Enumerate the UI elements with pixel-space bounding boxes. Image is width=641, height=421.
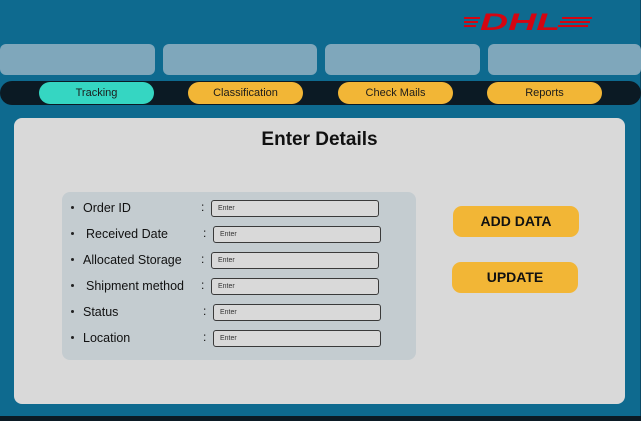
bullet-icon: [71, 284, 74, 287]
form-row-allocated-storage: Allocated Storage :: [62, 252, 416, 274]
field-label: Received Date: [86, 227, 168, 241]
tab-check-mails[interactable]: Check Mails: [338, 82, 453, 104]
bullet-icon: [71, 258, 74, 261]
form-row-received-date: Received Date :: [62, 226, 416, 248]
bullet-icon: [71, 206, 74, 209]
tab-tracking[interactable]: Tracking: [39, 82, 154, 104]
colon: :: [203, 304, 207, 318]
placeholder-block: [0, 44, 155, 75]
received-date-input[interactable]: [213, 226, 381, 243]
field-label: Order ID: [83, 201, 131, 215]
colon: :: [203, 330, 207, 344]
shipment-method-input[interactable]: [211, 278, 379, 295]
colon: :: [201, 200, 205, 214]
form-row-status: Status :: [62, 304, 416, 326]
placeholder-block: [163, 44, 317, 75]
status-input[interactable]: [213, 304, 381, 321]
tab-classification[interactable]: Classification: [188, 82, 303, 104]
colon: :: [201, 278, 205, 292]
bullet-icon: [71, 336, 74, 339]
placeholder-block: [325, 44, 480, 75]
field-label: Status: [83, 305, 119, 319]
field-label: Shipment method: [86, 279, 184, 293]
add-data-button[interactable]: ADD DATA: [453, 206, 579, 237]
colon: :: [203, 226, 207, 240]
placeholder-row: [0, 44, 641, 75]
details-form: Order ID : Received Date : Allocated Sto…: [62, 192, 416, 360]
update-button[interactable]: UPDATE: [452, 262, 578, 293]
bullet-icon: [71, 310, 74, 313]
tab-reports[interactable]: Reports: [487, 82, 602, 104]
nav-bar: Tracking Classification Check Mails Repo…: [0, 81, 641, 105]
details-card: Enter Details Order ID : Received Date :…: [14, 118, 625, 404]
location-input[interactable]: [213, 330, 381, 347]
dhl-logo: DHL: [464, 8, 594, 38]
app-window: DHL Tracking Classification Check Mails …: [0, 0, 641, 421]
order-id-input[interactable]: [211, 200, 379, 217]
bottom-strip: [0, 416, 641, 421]
logo-text: DHL: [480, 9, 560, 36]
field-label: Location: [83, 331, 131, 345]
bullet-icon: [71, 232, 74, 235]
page-title: Enter Details: [261, 129, 378, 150]
form-row-shipment-method: Shipment method :: [62, 278, 416, 300]
field-label: Allocated Storage: [83, 253, 182, 267]
allocated-storage-input[interactable]: [211, 252, 379, 269]
colon: :: [201, 252, 205, 266]
form-row-location: Location :: [62, 330, 416, 352]
form-row-order-id: Order ID :: [62, 200, 416, 222]
placeholder-block: [488, 44, 641, 75]
